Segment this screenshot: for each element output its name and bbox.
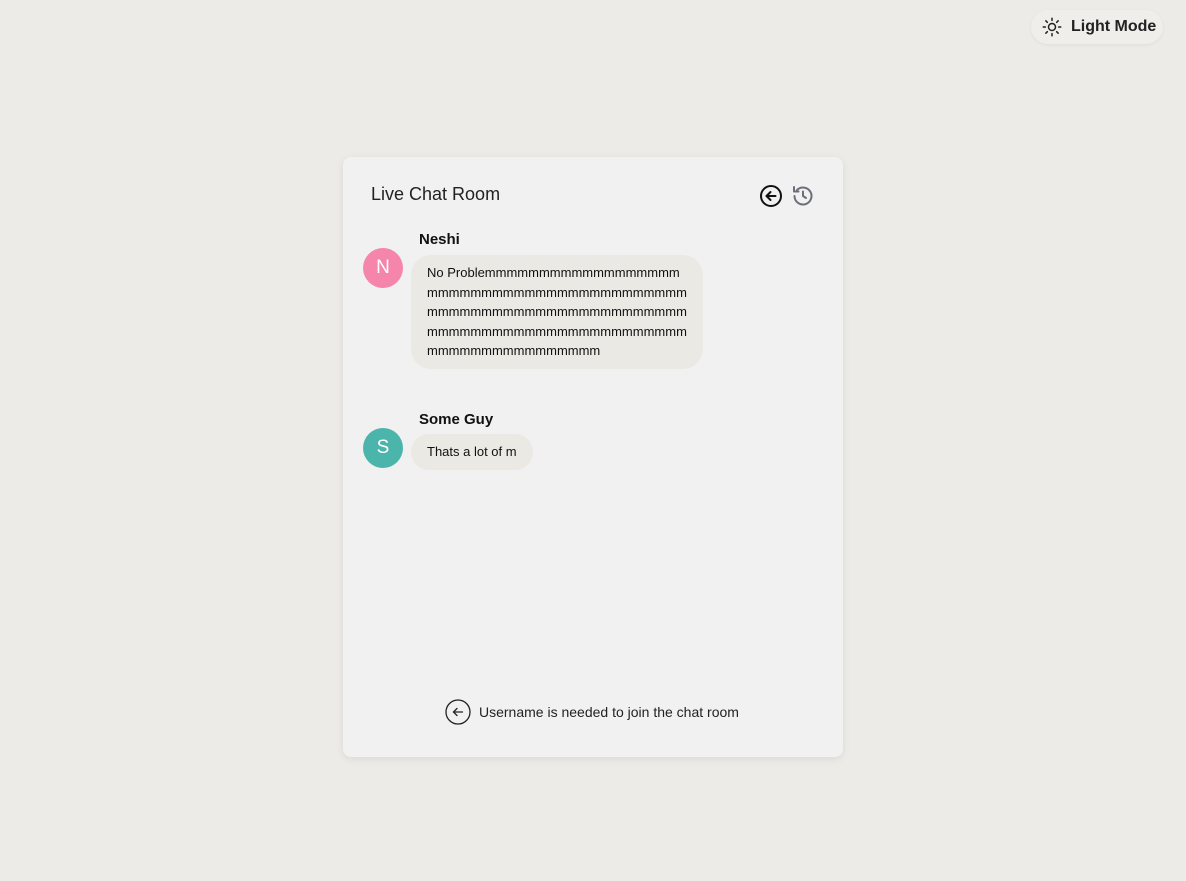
avatar: N — [363, 248, 403, 288]
chat-room-card: Live Chat Room N Neshi No Problemmmmmmmm… — [343, 157, 843, 757]
back-arrow-circle-icon — [445, 699, 471, 725]
message-sender: Some Guy — [419, 411, 494, 428]
message-sender: Neshi — [419, 231, 460, 248]
back-arrow-circle-icon[interactable] — [759, 184, 783, 208]
history-icon[interactable] — [791, 184, 815, 208]
avatar-initial: N — [376, 257, 390, 278]
light-mode-label: Light Mode — [1071, 18, 1157, 35]
avatar-initial: S — [376, 437, 390, 458]
light-mode-toggle[interactable]: Light Mode — [1031, 10, 1163, 44]
chat-room-title: Live Chat Room — [371, 184, 501, 204]
message-bubble: No Problemmmmmmmmmmmmmmmmmmmmmmmmmmmmmmm… — [411, 255, 703, 369]
join-chat-link[interactable]: Username is needed to join the chat room — [445, 699, 739, 725]
message-bubble: Thats a lot of m — [411, 434, 533, 470]
join-chat-message: Username is needed to join the chat room — [479, 704, 739, 720]
avatar: S — [363, 428, 403, 468]
sun-icon — [1042, 17, 1062, 37]
